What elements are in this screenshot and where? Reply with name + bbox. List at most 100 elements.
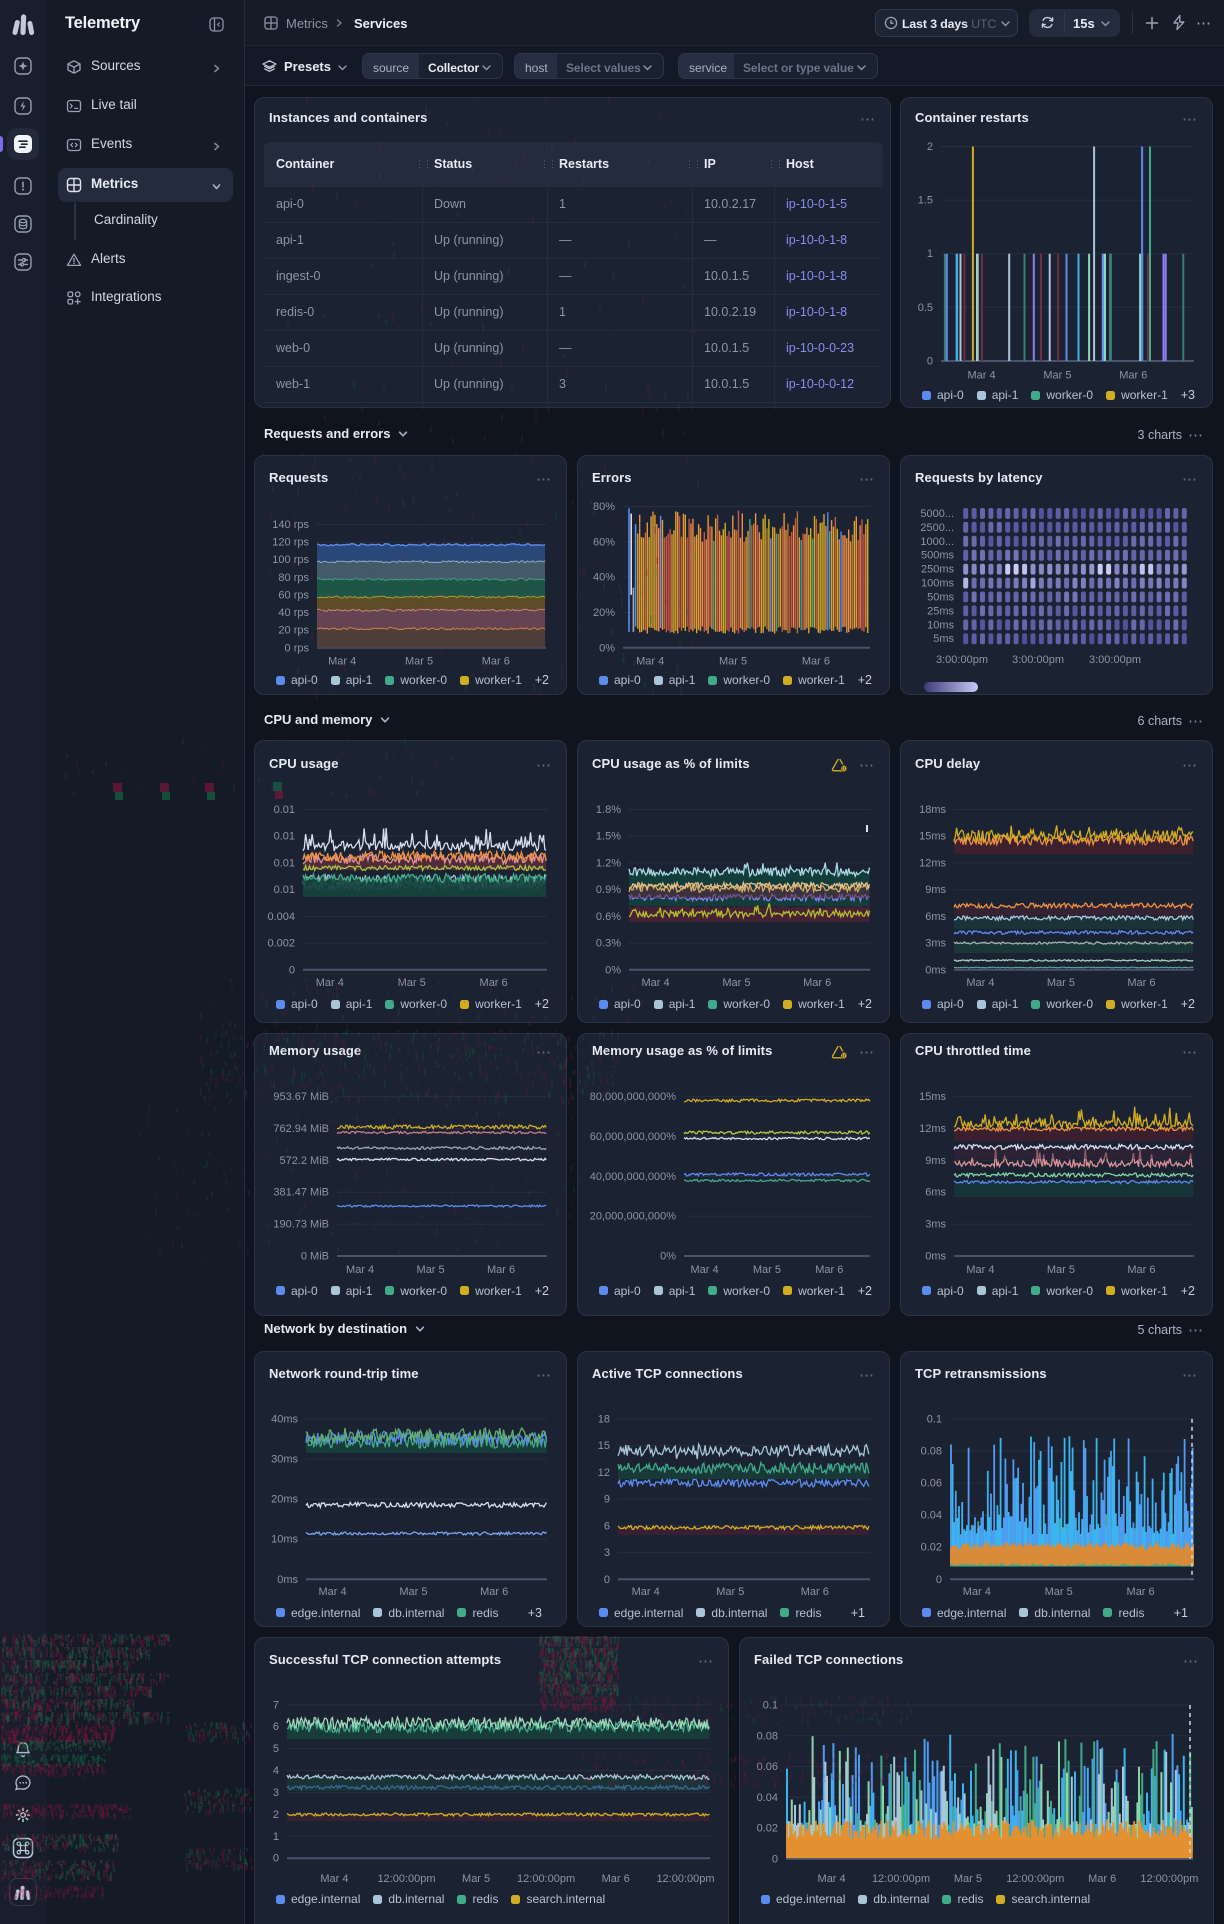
svg-text:0ms: 0ms — [925, 1251, 946, 1263]
svg-text:3:00:00pm: 3:00:00pm — [1089, 654, 1141, 666]
svg-text:1.5%: 1.5% — [596, 831, 621, 843]
svg-text:Mar 6: Mar 6 — [602, 1873, 630, 1885]
svg-text:0: 0 — [936, 1574, 942, 1586]
svg-text:Mar 4: Mar 4 — [346, 1264, 374, 1276]
svg-text:Mar 6: Mar 6 — [480, 977, 508, 989]
svg-text:7: 7 — [273, 1699, 279, 1711]
svg-text:15ms: 15ms — [919, 831, 946, 843]
svg-text:500ms: 500ms — [921, 550, 955, 562]
svg-text:1.8%: 1.8% — [596, 804, 621, 816]
svg-text:5ms: 5ms — [933, 633, 954, 645]
svg-text:Mar 4: Mar 4 — [966, 977, 994, 989]
svg-text:250ms: 250ms — [921, 564, 955, 576]
svg-text:Mar 4: Mar 4 — [818, 1873, 846, 1885]
svg-text:12ms: 12ms — [919, 1123, 946, 1135]
svg-text:1.2%: 1.2% — [596, 857, 621, 869]
svg-text:381.47 MiB: 381.47 MiB — [273, 1187, 329, 1199]
svg-text:6ms: 6ms — [925, 911, 946, 923]
svg-text:6ms: 6ms — [925, 1187, 946, 1199]
svg-text:0.9%: 0.9% — [596, 884, 621, 896]
svg-text:6: 6 — [604, 1520, 610, 1532]
svg-text:40 rps: 40 rps — [278, 607, 309, 619]
svg-text:0.5: 0.5 — [918, 302, 933, 314]
svg-text:0: 0 — [927, 356, 933, 368]
svg-text:0: 0 — [273, 1853, 279, 1865]
svg-text:0.08: 0.08 — [921, 1446, 942, 1458]
svg-text:Mar 6: Mar 6 — [1127, 1264, 1155, 1276]
svg-text:Mar 6: Mar 6 — [1127, 1586, 1155, 1598]
svg-text:572.2 MiB: 572.2 MiB — [279, 1155, 329, 1167]
svg-text:0.08: 0.08 — [757, 1730, 778, 1742]
svg-text:3ms: 3ms — [925, 938, 946, 950]
svg-text:12: 12 — [598, 1467, 610, 1479]
svg-text:10ms: 10ms — [927, 619, 954, 631]
svg-text:0ms: 0ms — [277, 1574, 298, 1586]
svg-text:0.06: 0.06 — [757, 1761, 778, 1773]
svg-text:1.5: 1.5 — [918, 195, 933, 207]
svg-text:0.06: 0.06 — [921, 1478, 942, 1490]
svg-text:Mar 6: Mar 6 — [482, 656, 510, 668]
svg-text:15: 15 — [598, 1440, 610, 1452]
svg-text:Mar 4: Mar 4 — [318, 1586, 346, 1598]
svg-text:2: 2 — [927, 141, 933, 153]
svg-text:80,000,000,000%: 80,000,000,000% — [590, 1091, 676, 1103]
svg-text:Mar 6: Mar 6 — [1088, 1873, 1116, 1885]
svg-text:0.01: 0.01 — [274, 857, 295, 869]
svg-text:1: 1 — [273, 1831, 279, 1843]
svg-text:Mar 4: Mar 4 — [963, 1586, 991, 1598]
svg-text:18: 18 — [598, 1413, 610, 1425]
svg-text:30ms: 30ms — [271, 1454, 298, 1466]
svg-text:1000...: 1000... — [920, 536, 954, 548]
svg-text:Mar 5: Mar 5 — [398, 977, 426, 989]
svg-text:20%: 20% — [593, 607, 615, 619]
svg-text:0.02: 0.02 — [757, 1823, 778, 1835]
svg-text:12:00:00pm: 12:00:00pm — [1140, 1873, 1198, 1885]
svg-text:Mar 5: Mar 5 — [1043, 370, 1071, 382]
svg-text:0 rps: 0 rps — [285, 642, 310, 654]
svg-text:Mar 4: Mar 4 — [316, 977, 344, 989]
svg-text:25ms: 25ms — [927, 605, 954, 617]
svg-text:18ms: 18ms — [919, 804, 946, 816]
svg-text:40%: 40% — [593, 572, 615, 584]
svg-text:0.01: 0.01 — [274, 884, 295, 896]
svg-text:60 rps: 60 rps — [278, 590, 309, 602]
svg-text:2: 2 — [273, 1809, 279, 1821]
svg-text:Mar 5: Mar 5 — [1047, 1264, 1075, 1276]
svg-text:50ms: 50ms — [927, 592, 954, 604]
svg-text:0.002: 0.002 — [267, 938, 295, 950]
svg-text:100 rps: 100 rps — [272, 554, 309, 566]
svg-text:190.73 MiB: 190.73 MiB — [273, 1219, 329, 1231]
svg-text:0: 0 — [772, 1853, 778, 1865]
svg-text:Mar 4: Mar 4 — [641, 977, 669, 989]
svg-text:9ms: 9ms — [925, 884, 946, 896]
svg-text:0.6%: 0.6% — [596, 911, 621, 923]
svg-text:0.04: 0.04 — [757, 1792, 778, 1804]
svg-text:Mar 5: Mar 5 — [954, 1873, 982, 1885]
svg-text:120 rps: 120 rps — [272, 537, 309, 549]
svg-text:Mar 5: Mar 5 — [719, 656, 747, 668]
svg-text:10ms: 10ms — [271, 1534, 298, 1546]
svg-text:Mar 4: Mar 4 — [690, 1264, 718, 1276]
svg-text:15ms: 15ms — [919, 1091, 946, 1103]
svg-text:0: 0 — [289, 964, 295, 976]
svg-text:3: 3 — [273, 1787, 279, 1799]
svg-text:3ms: 3ms — [925, 1219, 946, 1231]
svg-text:Mar 5: Mar 5 — [399, 1586, 427, 1598]
svg-text:0.004: 0.004 — [267, 911, 295, 923]
svg-text:100ms: 100ms — [921, 578, 955, 590]
svg-text:9ms: 9ms — [925, 1155, 946, 1167]
svg-text:0.01: 0.01 — [274, 804, 295, 816]
svg-text:80%: 80% — [593, 501, 615, 513]
svg-text:9: 9 — [604, 1494, 610, 1506]
svg-text:0.1: 0.1 — [927, 1413, 942, 1425]
svg-text:40ms: 40ms — [271, 1413, 298, 1425]
svg-text:12ms: 12ms — [919, 857, 946, 869]
svg-text:Mar 6: Mar 6 — [1119, 370, 1147, 382]
svg-text:Mar 5: Mar 5 — [462, 1873, 490, 1885]
svg-text:Mar 4: Mar 4 — [328, 656, 356, 668]
svg-text:12:00:00pm: 12:00:00pm — [656, 1873, 714, 1885]
svg-text:0: 0 — [604, 1574, 610, 1586]
svg-text:0.3%: 0.3% — [596, 938, 621, 950]
svg-text:Mar 5: Mar 5 — [417, 1264, 445, 1276]
svg-text:3:00:00pm: 3:00:00pm — [936, 654, 988, 666]
